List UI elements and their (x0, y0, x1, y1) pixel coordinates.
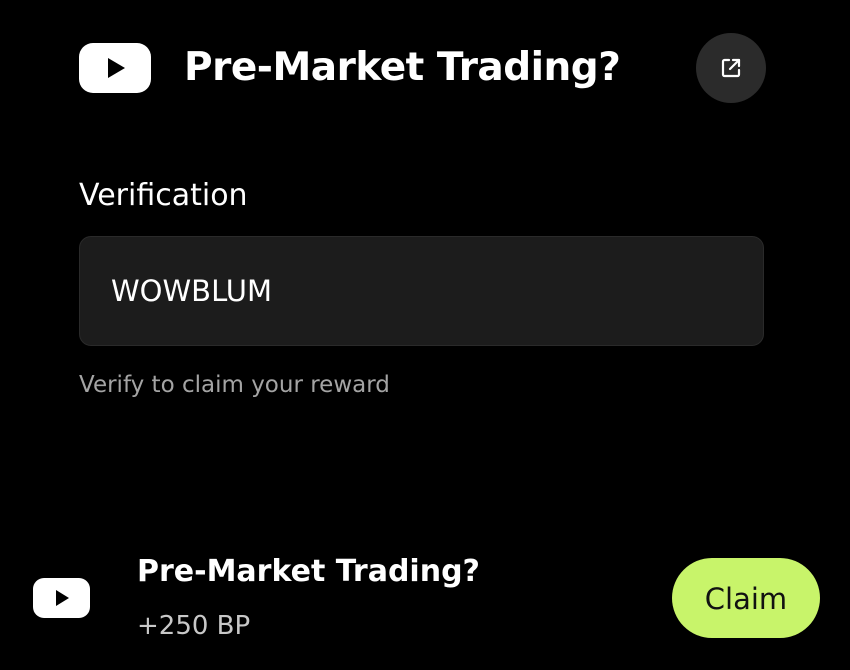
open-external-button[interactable] (696, 33, 766, 103)
verification-code-field[interactable] (79, 236, 764, 346)
youtube-play-icon (33, 578, 90, 618)
task-reward: +250 BP (137, 611, 251, 641)
task-verification-panel: Pre-Market Trading? Verification Verify … (0, 0, 850, 670)
verification-label: Verification (79, 178, 248, 213)
verification-hint: Verify to claim your reward (79, 372, 390, 398)
task-title: Pre-Market Trading? (137, 554, 480, 589)
page-title: Pre-Market Trading? (184, 45, 621, 90)
verification-code-input[interactable] (111, 237, 731, 345)
claim-button[interactable]: Claim (672, 558, 820, 638)
youtube-play-icon (79, 43, 151, 93)
